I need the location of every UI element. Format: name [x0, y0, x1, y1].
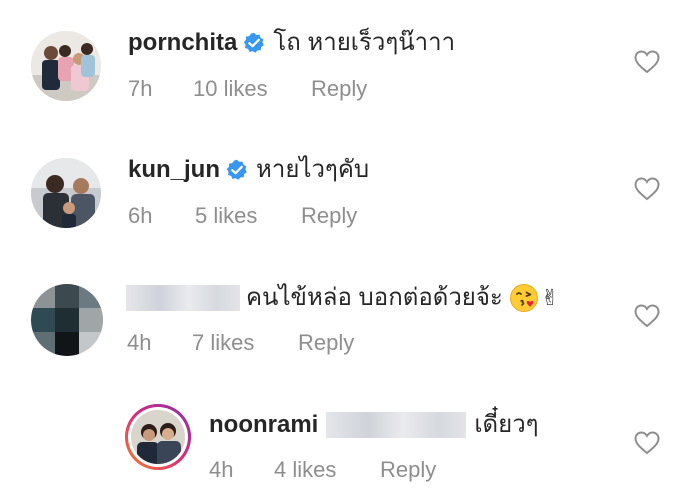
reply-comment-item: noonrami เดี๋ยวๆ 4h 4 likes Reply	[0, 380, 700, 493]
username-link[interactable]: noonrami	[209, 410, 318, 440]
reply-button[interactable]: Reply	[298, 330, 354, 356]
reply-button[interactable]: Reply	[380, 457, 436, 483]
username-link[interactable]: pornchita	[128, 28, 237, 58]
comment-time[interactable]: 6h	[128, 203, 195, 229]
comment-item: pornchita โถ หายเร็วๆน๊าาา 7h 10 likes R…	[0, 0, 700, 125]
likes-count[interactable]: 7 likes	[192, 330, 298, 356]
username-link[interactable]: kun_jun	[128, 155, 220, 185]
comment-item: คนไข้หล่อ บอกต่อด้วยจ้ะ ✌ 4h 7 likes Rep…	[0, 255, 700, 380]
reply-button[interactable]: Reply	[311, 76, 367, 102]
blurred-username	[126, 285, 240, 311]
comment-header: pornchita โถ หายเร็วๆน๊าาา	[128, 28, 455, 58]
like-heart-icon[interactable]	[634, 177, 660, 201]
likes-count[interactable]: 4 likes	[274, 457, 380, 483]
comment-header: คนไข้หล่อ บอกต่อด้วยจ้ะ ✌	[126, 283, 559, 313]
comment-text: หายไวๆคับ	[256, 156, 370, 183]
comment-text: เดี๋ยวๆ	[474, 411, 539, 438]
blurred-mention	[326, 412, 467, 438]
comment-time[interactable]: 4h	[127, 330, 192, 356]
reply-button[interactable]: Reply	[301, 203, 357, 229]
comment-time[interactable]: 4h	[209, 457, 274, 483]
comment-item: kun_jun หายไวๆคับ 6h 5 likes Reply	[0, 125, 700, 255]
avatar[interactable]	[31, 31, 101, 101]
comment-header: noonrami เดี๋ยวๆ	[209, 410, 539, 440]
comment-text: โถ หายเร็วๆน๊าาา	[273, 29, 456, 56]
verified-badge-icon	[226, 159, 248, 181]
comment-header: kun_jun หายไวๆคับ	[128, 155, 369, 185]
verified-badge-icon	[243, 32, 265, 54]
likes-count[interactable]: 10 likes	[193, 76, 311, 102]
comment-meta: 4h 7 likes Reply	[127, 330, 354, 356]
like-heart-icon[interactable]	[634, 50, 660, 74]
victory-hand-icon: ✌	[540, 285, 560, 310]
comment-time[interactable]: 7h	[128, 76, 193, 102]
like-heart-icon[interactable]	[634, 431, 660, 455]
comment-meta: 6h 5 likes Reply	[128, 203, 357, 229]
avatar[interactable]	[31, 158, 101, 228]
likes-count[interactable]: 5 likes	[195, 203, 301, 229]
like-heart-icon[interactable]	[634, 304, 660, 328]
comment-meta: 7h 10 likes Reply	[128, 76, 367, 102]
comment-meta: 4h 4 likes Reply	[209, 457, 436, 483]
comment-text: คนไข้หล่อ บอกต่อด้วยจ้ะ	[246, 284, 503, 311]
face-blowing-kiss-icon	[509, 283, 539, 313]
avatar[interactable]	[125, 404, 191, 470]
avatar[interactable]	[31, 284, 103, 356]
